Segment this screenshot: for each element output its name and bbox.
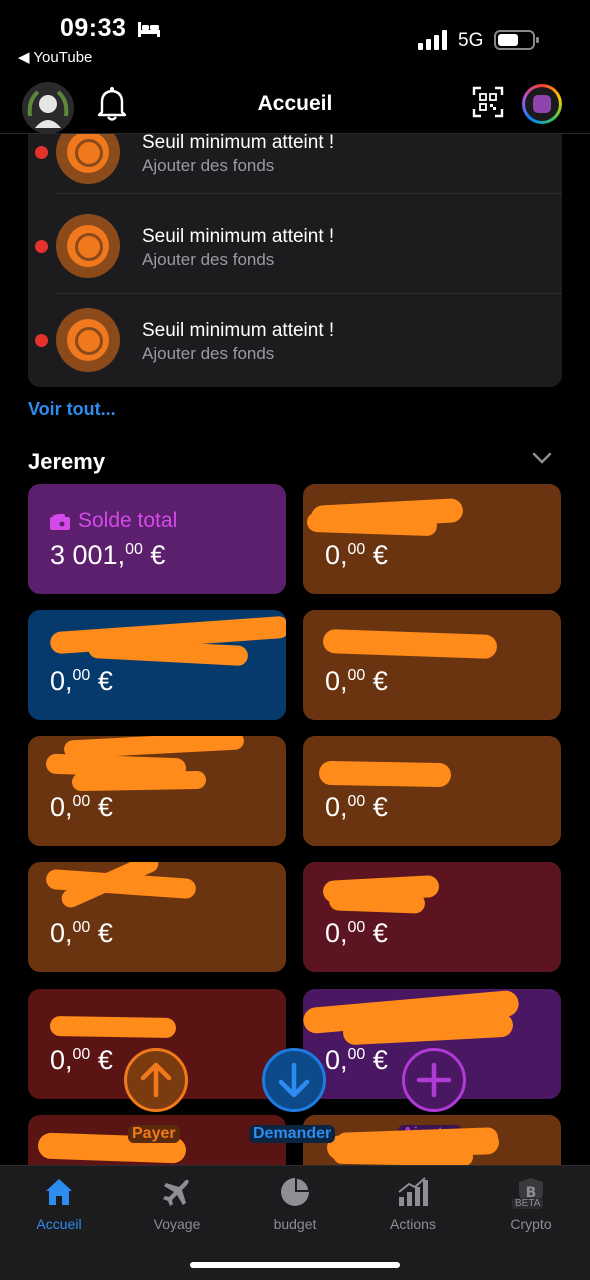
- app-header: Accueil: [0, 72, 590, 134]
- account-balance: 0,00 €: [325, 792, 388, 822]
- unread-dot: [35, 146, 48, 159]
- notifications-card: Seuil minimum atteint ! Ajouter des fond…: [28, 100, 562, 387]
- beta-badge: BETA: [512, 1198, 544, 1209]
- redaction-scribble: [328, 890, 426, 914]
- qr-scan-icon[interactable]: [472, 86, 504, 118]
- account-balance: 0,00 €: [325, 1045, 388, 1075]
- account-tile[interactable]: 0,00 €: [28, 736, 286, 846]
- tab-label: Crypto: [510, 1216, 552, 1232]
- notification-row[interactable]: Seuil minimum atteint ! Ajouter des fond…: [28, 294, 562, 387]
- pie-chart-icon: [281, 1178, 309, 1206]
- status-bar: 09:33 ◀ YouTube 5G: [0, 0, 590, 70]
- unread-dot: [35, 240, 48, 253]
- plus-icon: [416, 1062, 452, 1098]
- bar-chart-icon: [398, 1177, 428, 1206]
- tab-label: budget: [273, 1216, 317, 1232]
- profile-icon[interactable]: [522, 84, 562, 124]
- account-tile[interactable]: 0,00 €: [303, 484, 561, 594]
- account-balance: 0,00 €: [50, 792, 113, 822]
- redaction-scribble: [306, 511, 438, 537]
- pay-button[interactable]: [124, 1048, 188, 1112]
- notification-title: Seuil minimum atteint !: [142, 320, 335, 341]
- redaction-scribble: [318, 760, 452, 788]
- home-indicator: [190, 1262, 400, 1268]
- notification-title: Seuil minimum atteint !: [142, 132, 335, 153]
- home-icon: [46, 1179, 72, 1205]
- redaction-scribble: [71, 770, 207, 792]
- profile-inner: [525, 87, 559, 121]
- request-button[interactable]: [262, 1048, 326, 1112]
- account-tile[interactable]: 0,00 €: [303, 736, 561, 846]
- coin-icon: [56, 308, 120, 372]
- network-type: 5G: [458, 30, 484, 51]
- account-balance: 0,00 €: [325, 666, 388, 696]
- notification-row[interactable]: Seuil minimum atteint ! Ajouter des fond…: [28, 200, 562, 294]
- account-label: Solde total: [78, 509, 178, 532]
- account-tile[interactable]: 0,00 €: [28, 610, 286, 720]
- tab-actions[interactable]: Actions: [354, 1166, 472, 1246]
- request-label[interactable]: Demander: [249, 1125, 336, 1143]
- coin-icon: [56, 214, 120, 278]
- account-tile[interactable]: 0,00 €: [28, 862, 286, 972]
- battery-icon: [494, 30, 539, 50]
- see-all-link[interactable]: Voir tout...: [28, 399, 116, 420]
- section-title: Jeremy: [28, 449, 106, 474]
- account-balance: 0,00 €: [50, 666, 113, 696]
- back-to-app-link[interactable]: ◀ YouTube: [18, 48, 92, 66]
- unread-dot: [35, 334, 48, 347]
- status-time: 09:33: [60, 14, 127, 42]
- tab-budget[interactable]: budget: [236, 1166, 354, 1246]
- tab-label: Voyage: [153, 1216, 201, 1232]
- account-balance: 0,00 €: [50, 918, 113, 948]
- notification-title: Seuil minimum atteint !: [142, 226, 335, 247]
- divider: [56, 193, 562, 194]
- account-balance: 0,00 €: [325, 918, 388, 948]
- account-balance: 3 001,00 €: [50, 540, 166, 570]
- redaction-scribble: [49, 1015, 177, 1039]
- add-button[interactable]: [402, 1048, 466, 1112]
- wallet-icon: [50, 514, 70, 530]
- tab-travel[interactable]: Voyage: [118, 1166, 236, 1246]
- account-tile[interactable]: 0,00 €: [303, 610, 561, 720]
- tab-label: Actions: [390, 1216, 436, 1232]
- arrow-down-icon: [278, 1062, 310, 1098]
- account-tile[interactable]: 0,00 €: [303, 862, 561, 972]
- sleep-focus-icon: [138, 22, 160, 37]
- tab-home[interactable]: Accueil: [0, 1166, 118, 1246]
- account-balance: 0,00 €: [325, 540, 388, 570]
- smiley-icon: [533, 95, 551, 113]
- tab-crypto[interactable]: B BETA Crypto: [472, 1166, 590, 1246]
- cellular-signal-icon: [418, 30, 447, 50]
- notification-subtitle: Ajouter des fonds: [142, 344, 275, 363]
- notification-subtitle: Ajouter des fonds: [142, 156, 275, 175]
- redaction-scribble: [322, 628, 498, 660]
- tab-label: Accueil: [36, 1216, 82, 1232]
- account-tile-total[interactable]: Solde total 3 001,00 €: [28, 484, 286, 594]
- chevron-down-icon[interactable]: [532, 451, 552, 465]
- arrow-up-icon: [140, 1062, 172, 1098]
- pay-label[interactable]: Payer: [128, 1125, 180, 1143]
- notification-subtitle: Ajouter des fonds: [142, 250, 275, 269]
- airplane-icon: [163, 1179, 189, 1206]
- account-balance: 0,00 €: [50, 1045, 113, 1075]
